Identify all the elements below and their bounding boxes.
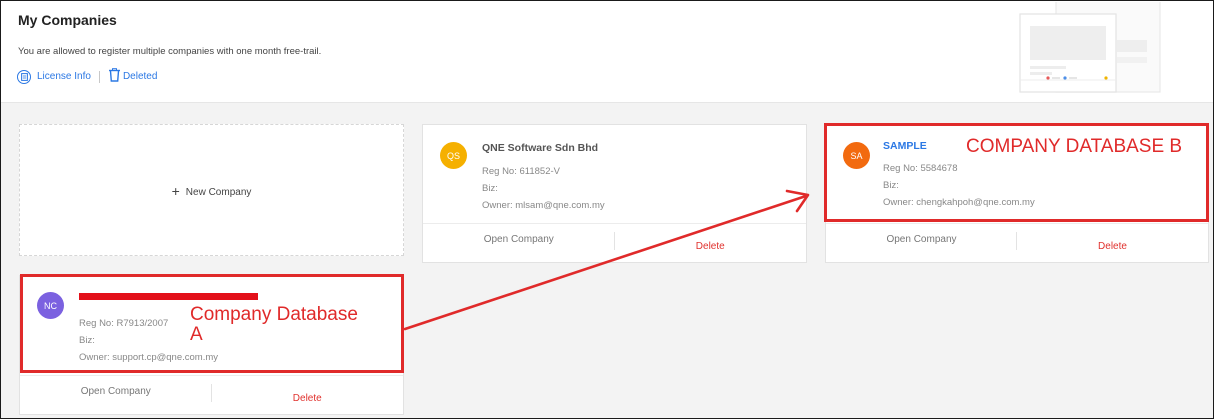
- arrow-icon: [403, 189, 810, 331]
